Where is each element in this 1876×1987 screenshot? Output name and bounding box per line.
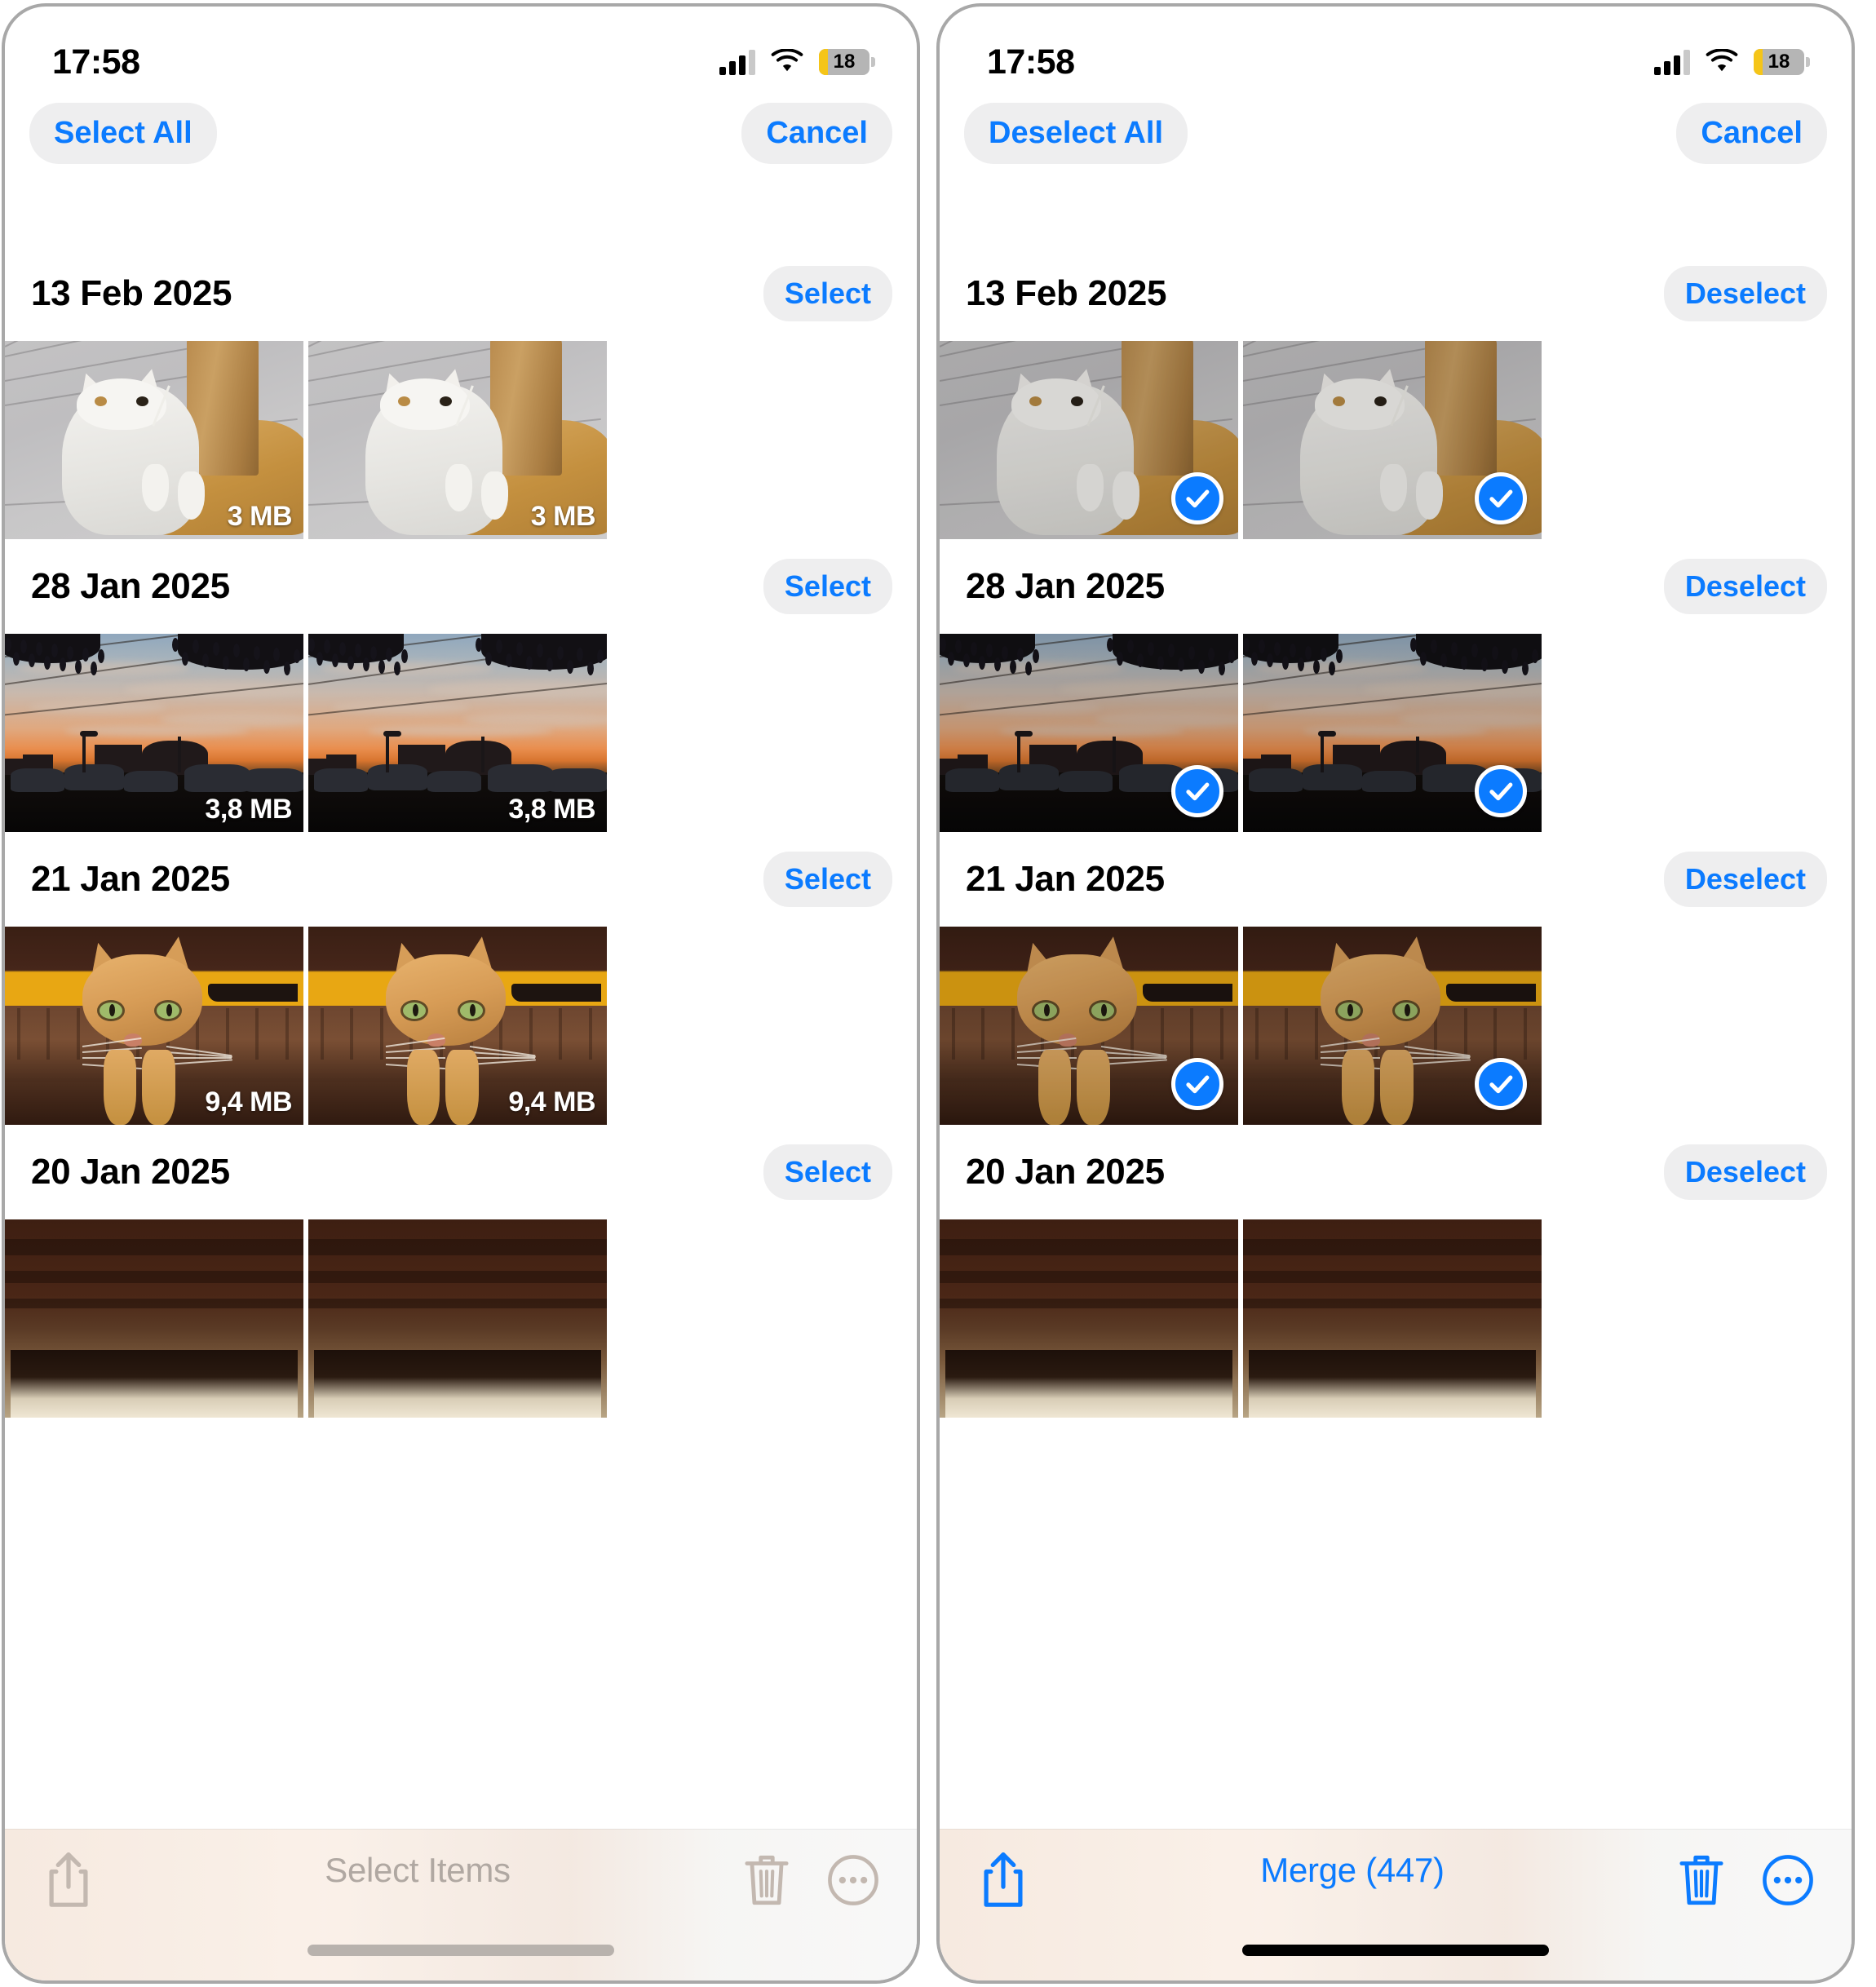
battery-level: 18 <box>833 51 856 73</box>
section-header: 21 Jan 2025 Select <box>5 832 917 927</box>
phone-screen-right: 17:58 18 Deselect All Cancel 13 Feb 2025 De… <box>936 3 1855 1984</box>
section-header: 20 Jan 2025 Select <box>5 1125 917 1219</box>
wifi-icon <box>770 48 804 75</box>
photo-size-label: 3,8 MB <box>205 794 292 825</box>
photo-size-label: 3 MB <box>530 501 596 532</box>
selection-check-icon[interactable] <box>1475 472 1527 524</box>
section-select-button[interactable]: Select <box>763 266 892 321</box>
phone-screen-left: 17:58 18 Select All Cancel 13 Feb 2025 Sele… <box>2 3 920 1984</box>
select-all-button[interactable]: Deselect All <box>964 102 1188 164</box>
photo-thumbnail[interactable] <box>1243 927 1542 1125</box>
photo-list[interactable]: 13 Feb 2025 Deselect 28 Jan 2025 Deselect 21… <box>940 171 1852 1980</box>
status-bar: 17:58 18 <box>5 7 917 95</box>
status-time: 17:58 <box>987 42 1075 82</box>
share-icon[interactable] <box>974 1851 1033 1910</box>
selection-check-icon[interactable] <box>1171 1058 1223 1110</box>
photo-list[interactable]: 13 Feb 2025 Select 3 MB 3 MB 28 Jan 2025 Sele… <box>5 171 917 1980</box>
cellular-signal-icon <box>1654 49 1690 75</box>
cancel-button[interactable]: Cancel <box>741 102 892 164</box>
selection-check-icon[interactable] <box>1171 765 1223 817</box>
photo-size-label: 9,4 MB <box>508 1086 595 1117</box>
section-date: 20 Jan 2025 <box>966 1152 1165 1192</box>
photo-thumbnail[interactable] <box>940 1219 1238 1418</box>
thumbnail-row: 9,4 MB 9,4 MB <box>5 927 917 1125</box>
trash-icon <box>737 1851 796 1910</box>
section-date: 13 Feb 2025 <box>31 273 232 313</box>
status-time: 17:58 <box>52 42 140 82</box>
section-select-button[interactable]: Deselect <box>1663 266 1827 321</box>
photo-thumbnail[interactable] <box>5 1219 303 1418</box>
thumbnail-row <box>940 927 1852 1125</box>
cellular-signal-icon <box>719 49 755 75</box>
thumbnail-row <box>940 1219 1852 1418</box>
navigation-bar: Select All Cancel <box>5 95 917 171</box>
cancel-button[interactable]: Cancel <box>1676 102 1827 164</box>
screenshot-stage: 17:58 18 Select All Cancel 13 Feb 2025 Sele… <box>0 0 1876 1987</box>
toolbar-action-label: Select Items <box>325 1851 511 1889</box>
section-header: 13 Feb 2025 Deselect <box>940 246 1852 341</box>
section-header: 21 Jan 2025 Deselect <box>940 832 1852 927</box>
photo-thumbnail[interactable]: 3 MB <box>308 341 607 539</box>
wifi-glyph <box>771 48 803 72</box>
photo-size-label: 3 MB <box>227 501 293 532</box>
select-all-button[interactable]: Select All <box>29 102 217 164</box>
photo-thumbnail[interactable] <box>1243 341 1542 539</box>
photo-thumbnail[interactable] <box>940 634 1238 832</box>
status-icons: 18 <box>719 48 875 75</box>
more-circle-icon[interactable] <box>1759 1851 1817 1910</box>
home-indicator[interactable] <box>308 1945 614 1956</box>
photo-size-label: 3,8 MB <box>508 794 595 825</box>
wifi-glyph <box>1706 48 1738 72</box>
share-icon <box>39 1851 98 1910</box>
status-bar: 17:58 18 <box>940 7 1852 95</box>
trash-icon[interactable] <box>1672 1851 1731 1910</box>
photo-thumbnail[interactable] <box>940 927 1238 1125</box>
photo-thumbnail[interactable]: 3,8 MB <box>308 634 607 832</box>
photo-thumbnail[interactable] <box>940 341 1238 539</box>
thumbnail-row <box>940 634 1852 832</box>
photo-thumbnail[interactable]: 9,4 MB <box>5 927 303 1125</box>
photo-thumbnail[interactable]: 9,4 MB <box>308 927 607 1125</box>
section-header: 20 Jan 2025 Deselect <box>940 1125 1852 1219</box>
thumbnail-row: 3 MB 3 MB <box>5 341 917 539</box>
wifi-icon <box>1705 48 1739 75</box>
section-select-button[interactable]: Select <box>763 559 892 614</box>
photo-thumbnail[interactable]: 3,8 MB <box>5 634 303 832</box>
status-icons: 18 <box>1654 48 1810 75</box>
section-header: 13 Feb 2025 Select <box>5 246 917 341</box>
photo-thumbnail[interactable]: 3 MB <box>5 341 303 539</box>
section-date: 20 Jan 2025 <box>31 1152 230 1192</box>
photo-size-label: 9,4 MB <box>205 1086 292 1117</box>
photo-thumbnail[interactable] <box>1243 1219 1542 1418</box>
section-date: 13 Feb 2025 <box>966 273 1167 313</box>
selection-check-icon[interactable] <box>1475 765 1527 817</box>
section-select-button[interactable]: Select <box>763 1144 892 1200</box>
selection-check-icon[interactable] <box>1171 472 1223 524</box>
section-select-button[interactable]: Deselect <box>1663 559 1827 614</box>
bottom-toolbar: Merge (447) <box>940 1829 1852 1980</box>
section-date: 28 Jan 2025 <box>966 566 1165 606</box>
more-circle-icon <box>824 1851 883 1910</box>
section-header: 28 Jan 2025 Deselect <box>940 539 1852 634</box>
photo-thumbnail[interactable] <box>1243 634 1542 832</box>
bottom-toolbar: Select Items <box>5 1829 917 1980</box>
thumbnail-row <box>5 1219 917 1418</box>
section-date: 28 Jan 2025 <box>31 566 230 606</box>
section-header: 28 Jan 2025 Select <box>5 539 917 634</box>
section-date: 21 Jan 2025 <box>966 859 1165 899</box>
section-select-button[interactable]: Deselect <box>1663 1144 1827 1200</box>
battery-icon: 18 <box>819 49 875 75</box>
section-date: 21 Jan 2025 <box>31 859 230 899</box>
section-select-button[interactable]: Deselect <box>1663 852 1827 907</box>
section-select-button[interactable]: Select <box>763 852 892 907</box>
thumbnail-row: 3,8 MB 3,8 MB <box>5 634 917 832</box>
selection-check-icon[interactable] <box>1475 1058 1527 1110</box>
battery-level: 18 <box>1768 51 1790 73</box>
navigation-bar: Deselect All Cancel <box>940 95 1852 171</box>
battery-icon: 18 <box>1754 49 1810 75</box>
home-indicator[interactable] <box>1242 1945 1549 1956</box>
photo-thumbnail[interactable] <box>308 1219 607 1418</box>
thumbnail-row <box>940 341 1852 539</box>
toolbar-action-label[interactable]: Merge (447) <box>1033 1851 1672 1890</box>
